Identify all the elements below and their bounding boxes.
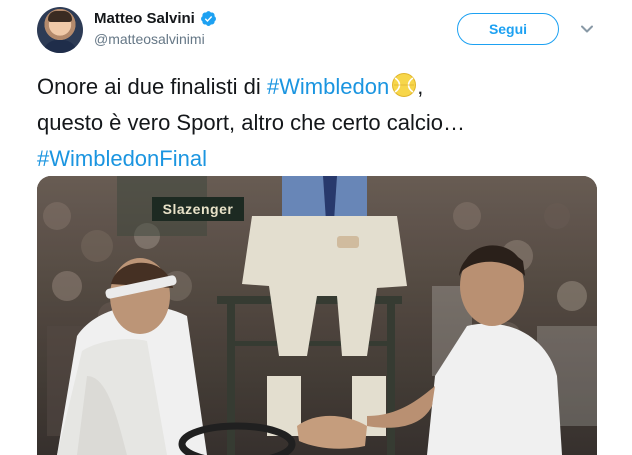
tennis-ball-emoji-icon [392, 73, 417, 97]
author-name-row[interactable]: Matteo Salvini [94, 8, 217, 28]
tweet-text-segment: Onore ai due finalisti di [37, 74, 267, 99]
display-name[interactable]: Matteo Salvini [94, 10, 195, 27]
sponsor-board-label: Slazenger [152, 197, 244, 221]
tweet-line-3: #WimbledonFinal [37, 141, 597, 177]
follow-button[interactable]: Segui [457, 13, 559, 45]
user-handle[interactable]: @matteosalvinimi [94, 31, 205, 47]
chevron-down-icon[interactable] [580, 22, 594, 36]
avatar[interactable] [37, 7, 83, 53]
photo-scene [37, 176, 597, 455]
tweet-text: Onore ai due finalisti di #Wimbledon , q… [37, 69, 597, 177]
tweet-line-2: questo è vero Sport, altro che certo cal… [37, 110, 465, 135]
tweet-card: Matteo Salvini @matteosalvinimi Segui On… [0, 0, 632, 455]
avatar-shirt [43, 40, 77, 53]
hashtag-link-wimbledon[interactable]: #Wimbledon [267, 74, 389, 99]
tweet-line-1: Onore ai due finalisti di #Wimbledon , [37, 69, 597, 105]
tweet-text-comma: , [417, 74, 424, 99]
tweet-photo[interactable]: Slazenger [37, 176, 597, 455]
verified-badge-icon [200, 10, 216, 26]
avatar-hair [48, 11, 72, 22]
hashtag-link-wimbledonfinal[interactable]: #WimbledonFinal [37, 146, 207, 171]
